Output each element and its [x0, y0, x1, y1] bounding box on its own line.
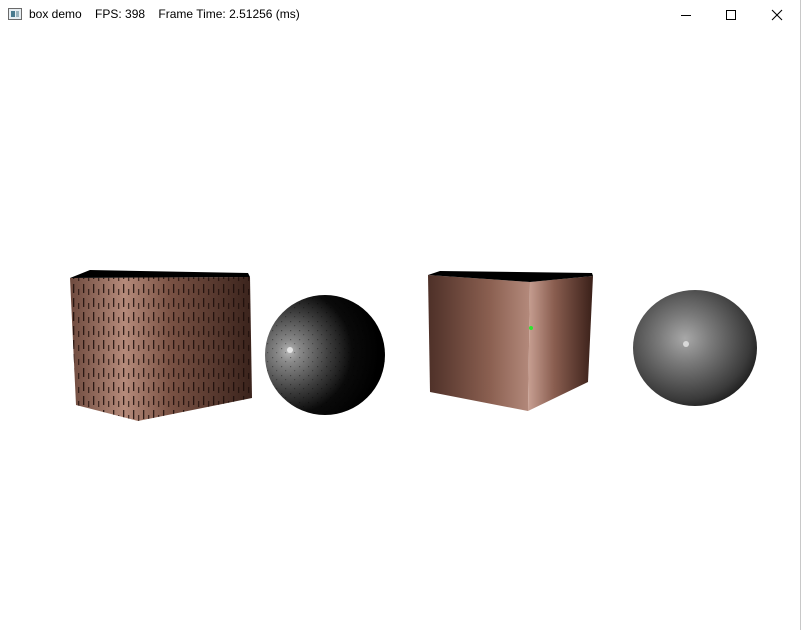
copper-cube	[428, 271, 593, 411]
close-button[interactable]	[754, 0, 800, 30]
frame-time-readout: Frame Time: 2.51256 (ms)	[158, 7, 300, 21]
gray-sphere	[633, 290, 757, 406]
close-icon	[771, 9, 783, 21]
maximize-icon	[726, 10, 736, 20]
render-viewport[interactable]	[0, 30, 800, 630]
wood-cube	[70, 270, 252, 421]
minimize-button[interactable]	[663, 0, 709, 30]
window-title: box demo FPS: 398 Frame Time: 2.51256 (m…	[29, 7, 300, 21]
scene-canvas	[70, 270, 757, 421]
app-icon[interactable]	[8, 8, 22, 20]
fps-readout: FPS: 398	[95, 7, 146, 21]
app-title: box demo	[29, 7, 82, 21]
speckled-sphere	[265, 295, 385, 415]
title-bar[interactable]: box demo FPS: 398 Frame Time: 2.51256 (m…	[0, 0, 800, 30]
app-window: box demo FPS: 398 Frame Time: 2.51256 (m…	[0, 0, 801, 630]
maximize-button[interactable]	[708, 0, 754, 30]
minimize-icon	[681, 15, 691, 16]
